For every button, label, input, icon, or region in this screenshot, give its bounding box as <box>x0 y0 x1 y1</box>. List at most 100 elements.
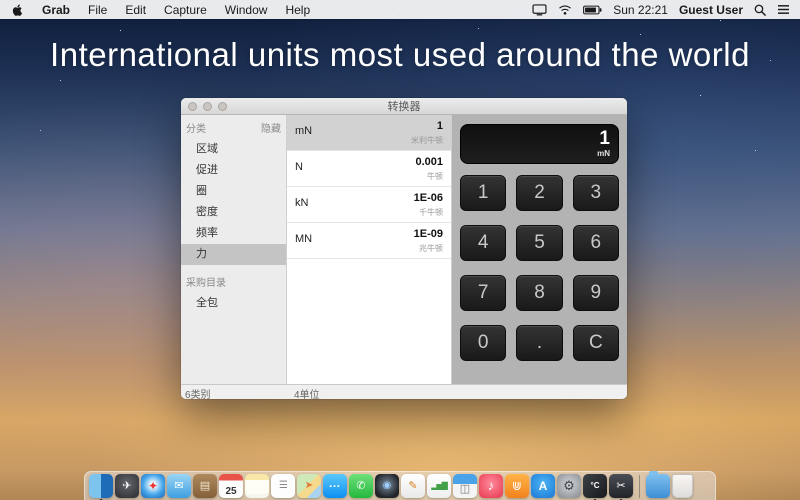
finder-icon[interactable] <box>89 474 113 498</box>
system-preferences-icon[interactable]: ⚙ <box>557 474 581 498</box>
unit-row-n[interactable]: N 0.001 牛顿 <box>287 151 451 187</box>
menu-item-capture[interactable]: Capture <box>164 3 207 17</box>
facetime-glyph: ✆ <box>356 480 365 492</box>
window-titlebar[interactable]: 转换器 <box>181 98 627 115</box>
calendar-icon[interactable]: 25 <box>219 474 243 498</box>
unit-name: 米利牛顿 <box>411 135 443 146</box>
unit-symbol: mN <box>295 125 312 137</box>
key-1[interactable]: 1 <box>460 175 506 211</box>
spotlight-menu-extra[interactable] <box>754 4 766 16</box>
display-icon <box>532 4 547 16</box>
trash-icon[interactable] <box>672 474 693 498</box>
notification-center-icon <box>777 4 790 15</box>
scissors-glyph: ✂ <box>616 480 625 492</box>
key-9[interactable]: 9 <box>573 275 619 311</box>
unit-value: 1 <box>437 120 443 132</box>
keynote-glyph: ◫ <box>460 483 470 495</box>
key-3[interactable]: 3 <box>573 175 619 211</box>
menu-item-grab[interactable]: Grab <box>42 3 70 17</box>
app-store-icon[interactable]: A <box>531 474 555 498</box>
notes-icon[interactable] <box>245 474 269 498</box>
menu-bar: Grab File Edit Capture Window Help Sun 2… <box>0 0 800 19</box>
unit-row-mn[interactable]: mN 1 米利牛顿 <box>287 115 451 151</box>
keypad: 1 2 3 4 5 6 7 8 9 0 . C <box>460 175 619 361</box>
key-clear[interactable]: C <box>573 325 619 361</box>
clock[interactable]: Sun 22:21 <box>613 3 668 17</box>
unit-value: 1E-09 <box>414 228 443 240</box>
reminders-icon[interactable]: ☰ <box>271 474 295 498</box>
key-decimal[interactable]: . <box>516 325 562 361</box>
wifi-menu-extra[interactable] <box>558 4 572 15</box>
category-sidebar: 分类 隐藏 区域 促进 圈 密度 频率 力 采购目录 全包 <box>181 115 287 384</box>
sidebar-item-angle[interactable]: 圈 <box>181 181 286 202</box>
mail-icon[interactable]: ✉ <box>167 474 191 498</box>
user-menu[interactable]: Guest User <box>679 3 743 17</box>
unit-row-kn[interactable]: kN 1E-06 千牛顿 <box>287 187 451 223</box>
unit-symbol: N <box>295 161 303 173</box>
unit-symbol: MN <box>295 233 312 245</box>
messages-icon[interactable]: … <box>323 474 347 498</box>
apple-logo-icon <box>12 3 24 17</box>
key-4[interactable]: 4 <box>460 225 506 261</box>
apple-menu[interactable] <box>12 3 24 17</box>
messages-glyph: … <box>329 476 342 490</box>
facetime-icon[interactable]: ✆ <box>349 474 373 498</box>
safari-glyph: ✦ <box>148 479 158 493</box>
calculator-panel: 1 mN 1 2 3 4 5 6 7 8 9 0 . C <box>452 115 627 384</box>
sidebar-section-purchases: 采购目录 <box>181 265 286 293</box>
window-title: 转换器 <box>181 98 627 114</box>
unit-list: mN 1 米利牛顿 N 0.001 牛顿 kN 1E-06 千牛顿 MN 1E-… <box>287 115 452 384</box>
pages-icon[interactable]: ✎ <box>401 474 425 498</box>
itunes-glyph: ♪ <box>488 478 495 493</box>
app-store-glyph: A <box>539 479 548 493</box>
sidebar-item-full-package[interactable]: 全包 <box>181 293 286 314</box>
calculator-display: 1 mN <box>460 124 619 164</box>
numbers-icon[interactable]: ▂▅▇ <box>427 474 451 498</box>
converter-window: 转换器 分类 隐藏 区域 促进 圈 密度 频率 力 采购目录 全包 mN 1 米… <box>181 98 627 399</box>
dock-separator <box>639 475 640 498</box>
sidebar-item-density[interactable]: 密度 <box>181 202 286 223</box>
unit-converter-icon[interactable]: °C <box>583 474 607 498</box>
unit-symbol: kN <box>295 197 308 209</box>
key-2[interactable]: 2 <box>516 175 562 211</box>
ibooks-icon[interactable]: ⋓ <box>505 474 529 498</box>
sidebar-item-frequency[interactable]: 频率 <box>181 223 286 244</box>
itunes-icon[interactable]: ♪ <box>479 474 503 498</box>
launchpad-glyph: ✈ <box>122 480 131 492</box>
key-6[interactable]: 6 <box>573 225 619 261</box>
downloads-folder-icon[interactable] <box>646 474 670 498</box>
gear-glyph: ⚙ <box>563 478 575 493</box>
battery-menu-extra[interactable] <box>583 5 602 15</box>
pages-glyph: ✎ <box>408 480 417 492</box>
key-7[interactable]: 7 <box>460 275 506 311</box>
numbers-glyph: ▂▅▇ <box>431 481 446 490</box>
unit-name: 牛顿 <box>427 171 443 182</box>
notification-center-menu-extra[interactable] <box>777 4 790 15</box>
units-count: 4单位 <box>294 386 320 399</box>
menu-item-window[interactable]: Window <box>225 3 268 17</box>
maps-glyph: ➤ <box>305 480 313 491</box>
menu-item-file[interactable]: File <box>88 3 107 17</box>
grab-icon[interactable]: ✂ <box>609 474 633 498</box>
safari-icon[interactable]: ✦ <box>141 474 165 498</box>
sidebar-item-area[interactable]: 区域 <box>181 139 286 160</box>
key-8[interactable]: 8 <box>516 275 562 311</box>
unit-name: 兆牛顿 <box>419 243 443 254</box>
menu-item-edit[interactable]: Edit <box>125 3 146 17</box>
maps-icon[interactable]: ➤ <box>297 474 321 498</box>
key-0[interactable]: 0 <box>460 325 506 361</box>
hide-button[interactable]: 隐藏 <box>261 120 281 135</box>
categories-count: 6类别 <box>185 386 211 399</box>
sidebar-item-force[interactable]: 力 <box>181 244 286 265</box>
sidebar-item-acceleration[interactable]: 促进 <box>181 160 286 181</box>
battery-icon <box>583 5 602 15</box>
display-menu-extra[interactable] <box>532 4 547 16</box>
menu-item-help[interactable]: Help <box>285 3 310 17</box>
unit-row-mn-mega[interactable]: MN 1E-09 兆牛顿 <box>287 223 451 259</box>
contacts-icon[interactable]: ▤ <box>193 474 217 498</box>
launchpad-icon[interactable]: ✈ <box>115 474 139 498</box>
keynote-icon[interactable]: ◫ <box>453 474 477 498</box>
desktop-heading: International units most used around the… <box>0 36 800 74</box>
key-5[interactable]: 5 <box>516 225 562 261</box>
photo-booth-icon[interactable]: ◉ <box>375 474 399 498</box>
